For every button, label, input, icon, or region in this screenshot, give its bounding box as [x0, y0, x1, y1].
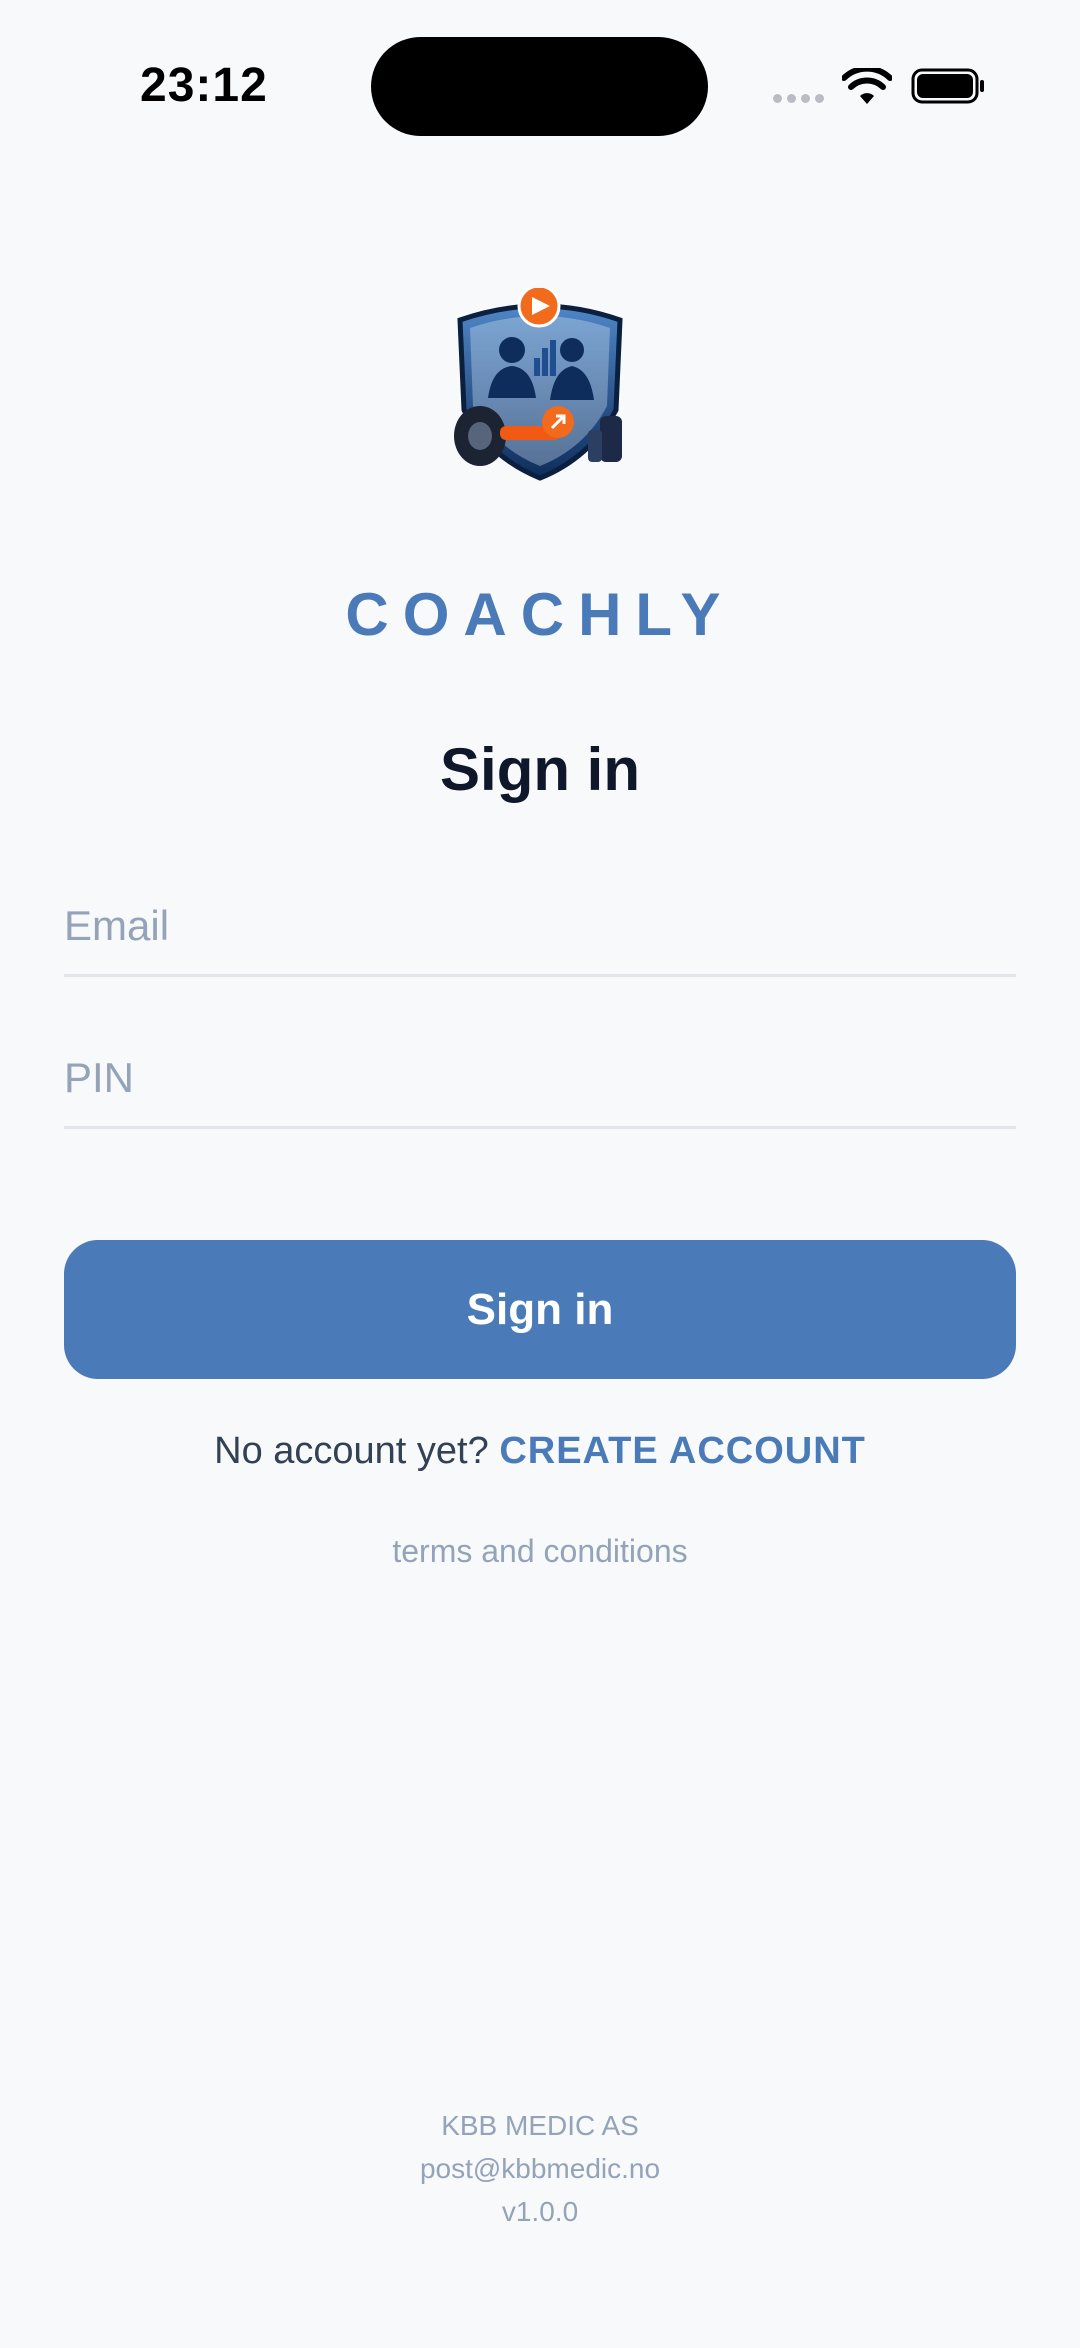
create-account-link[interactable]: CREATE ACCOUNT — [499, 1430, 866, 1472]
terms-link[interactable]: terms and conditions — [0, 1533, 1080, 1570]
status-bar-time: 23:12 — [140, 59, 268, 112]
sign-in-button[interactable]: Sign in — [64, 1240, 1016, 1379]
footer: KBB MEDIC AS post@kbbmedic.no v1.0.0 — [0, 2104, 1080, 2233]
pin-input[interactable] — [64, 1030, 1016, 1126]
create-account-row: No account yet? CREATE ACCOUNT — [0, 1430, 1080, 1473]
page-title: Sign in — [440, 736, 640, 803]
company-email: post@kbbmedic.no — [419, 2153, 661, 2184]
no-account-text: No account yet? — [214, 1430, 489, 1472]
cellular-signal-icon — [773, 94, 824, 103]
email-field[interactable] — [64, 878, 1016, 977]
dynamic-island — [371, 37, 708, 136]
company-name: KBB MEDIC AS — [441, 2110, 639, 2141]
pin-field[interactable] — [64, 1030, 1016, 1129]
app-version: v1.0.0 — [501, 2196, 579, 2227]
coachly-logo-icon — [454, 288, 623, 481]
battery-icon — [911, 68, 984, 104]
email-input[interactable] — [64, 878, 1016, 974]
app-brand-name: COACHLY — [345, 581, 735, 648]
wifi-icon — [842, 68, 892, 104]
